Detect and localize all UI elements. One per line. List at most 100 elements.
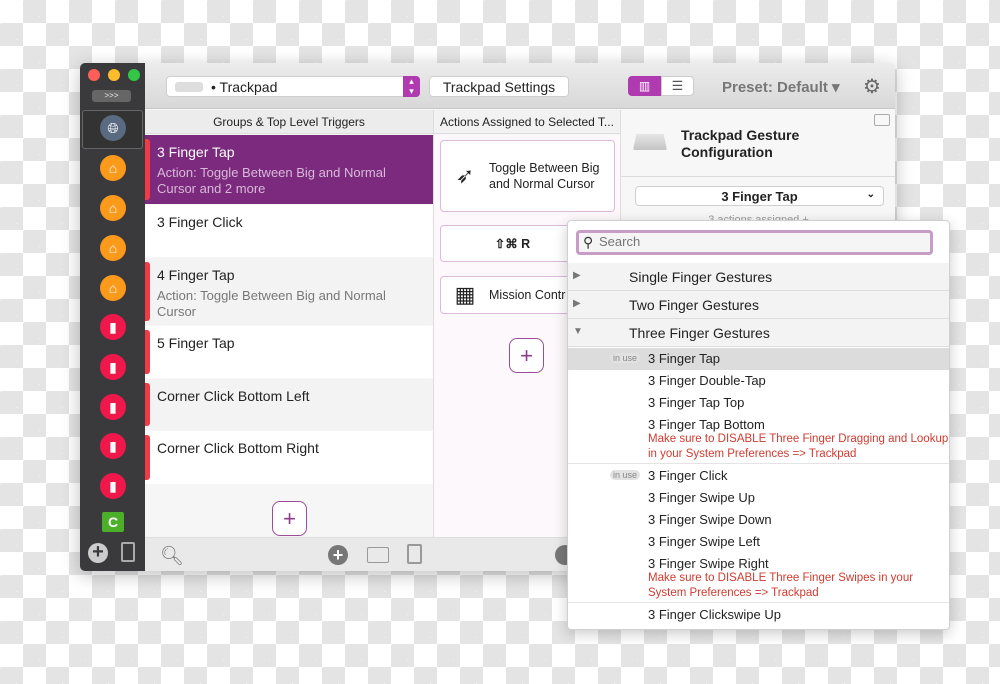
app-sidebar: >>> 🌐︎ ⌂ ⌂ ⌂ ⌂ ▮ ▮ ▮ ▮ ▮ C + [80,63,145,571]
gesture-option[interactable]: 3 Finger Swipe Up [568,487,949,509]
trackpad-icon [175,81,203,92]
action-label: Toggle Between Big and Normal Cursor [489,161,600,191]
trigger-row[interactable]: Corner Click Bottom Left [145,379,433,430]
triangle-right-icon: ▶ [573,298,581,309]
home-icon: ⌂ [108,200,118,216]
status-indicator [145,330,150,374]
gesture-label: 3 Finger Tap Top [648,395,745,410]
trigger-row[interactable]: 4 Finger Tap Action: Toggle Between Big a… [145,258,433,325]
sidebar-app-home-3[interactable]: ⌂ [100,235,126,261]
gesture-warning: Make sure to DISABLE Three Finger Swipes… [648,572,914,599]
gesture-option[interactable]: 3 Finger Swipe Left [568,531,949,553]
trigger-row[interactable]: 3 Finger Click [145,205,433,257]
trash-icon[interactable] [407,544,422,564]
actions-header: Actions Assigned to Selected T... [434,110,620,134]
sidebar-app-home-2[interactable]: ⌂ [100,195,126,221]
trigger-title: Corner Click Bottom Right [157,440,319,456]
new-folder-icon[interactable] [367,547,389,563]
groups-header: Groups & Top Level Triggers [145,110,433,134]
gesture-option[interactable]: in use 3 Finger Tap [568,348,949,370]
sidebar-app-bars-8[interactable]: ▮ [100,433,126,459]
trigger-title: 5 Finger Tap [157,335,235,351]
action-card[interactable]: ➶ Toggle Between Big and Normal Cursor [440,140,615,212]
search-icon: ⚲ [583,234,594,250]
column-view-button[interactable]: ▥ [628,76,661,96]
search-icon[interactable]: 🔍︎ [160,544,184,568]
gesture-option[interactable]: 3 Finger Double-Tap [568,370,949,392]
sidebar-app-globe-0[interactable]: 🌐︎ [100,115,126,141]
add-action-button[interactable]: + [509,338,544,373]
gesture-select[interactable]: 3 Finger Tap ⌄ [635,186,884,206]
add-trigger-button[interactable]: + [272,501,307,536]
trigger-row[interactable]: Corner Click Bottom Right [145,431,433,484]
bars-icon: ▮ [109,437,117,454]
minimize-button[interactable] [108,69,120,81]
status-indicator [145,262,150,321]
sidebar-app-camtasia-10[interactable]: C [102,512,124,532]
gesture-label: 3 Finger Click [648,468,728,483]
mission-control-icon: ▦ [454,282,476,307]
bars-icon: ▮ [109,398,117,415]
trigger-row[interactable]: 5 Finger Tap [145,326,433,378]
add-icon[interactable]: + [328,545,348,565]
camtasia-icon: C [107,514,119,530]
sidebar-app-bars-5[interactable]: ▮ [100,314,126,340]
trackpad-icon [633,134,667,150]
gesture-category[interactable]: ▶ Single Finger Gestures [568,263,949,291]
search-field[interactable]: ⚲ [576,230,933,255]
trigger-title: Corner Click Bottom Left [157,388,310,404]
bars-icon: ▮ [109,358,117,375]
gesture-popup: ⚲ ▶ Single Finger Gestures ▶ Two Finger Ges… [567,220,950,630]
trigger-title: 4 Finger Tap [157,267,235,283]
gesture-category[interactable]: ▶ Two Finger Gestures [568,291,949,319]
gesture-label: 3 Finger Double-Tap [648,373,766,388]
gesture-label: 3 Finger Swipe Up [648,490,755,505]
chevron-updown-icon: ▴ ▾ [403,76,420,97]
bars-icon: ▮ [109,477,117,494]
trigger-row[interactable]: 3 Finger Tap Action: Toggle Between Big a… [145,135,433,204]
list-view-button[interactable]: ☰ [661,76,694,96]
sidebar-app-home-4[interactable]: ⌂ [100,275,126,301]
bars-icon: ▮ [109,318,117,335]
home-icon: ⌂ [108,280,118,296]
preset-selector[interactable]: Preset: Default ▾ [722,78,840,96]
gear-icon[interactable]: ⚙ [863,74,881,99]
bottom-bar: 🔍︎ + [145,537,620,571]
toolbar: • Trackpad ▴ ▾ Trackpad Settings ▥ ☰ Pres… [145,63,895,109]
gesture-label: 3 Finger Swipe Down [648,512,772,527]
status-indicator [145,435,150,480]
sidebar-app-bars-7[interactable]: ▮ [100,394,126,420]
home-icon: ⌂ [108,160,118,176]
gesture-option[interactable]: 3 Finger Tap Top [568,392,949,414]
config-title: Trackpad Gesture Configuration [681,127,800,160]
device-select-value: • Trackpad [211,78,278,95]
expand-sidebar-button[interactable]: >>> [92,90,131,102]
sidebar-app-home-1[interactable]: ⌂ [100,155,126,181]
gesture-option[interactable]: 3 Finger Swipe Right Make sure to DISABLE… [568,553,949,603]
search-input[interactable] [599,234,919,249]
trackpad-settings-button[interactable]: Trackpad Settings [429,76,569,97]
gesture-option[interactable]: in use 3 Finger Click [568,465,949,487]
device-select[interactable]: • Trackpad ▴ ▾ [166,76,420,97]
gesture-label: 3 Finger Swipe Right [648,556,769,571]
gesture-category[interactable]: ▼ Three Finger Gestures [568,319,949,347]
trash-icon[interactable] [121,542,135,562]
category-label: Three Finger Gestures [629,325,770,341]
category-label: Two Finger Gestures [629,297,759,313]
gesture-label: 3 Finger Tap Bottom [648,417,765,432]
window-toggle-icon[interactable] [874,114,890,126]
triangle-down-icon: ▼ [573,326,583,337]
zoom-button[interactable] [128,69,140,81]
gesture-option[interactable]: 3 Finger Clickswipe Up [568,604,949,626]
sidebar-app-bars-6[interactable]: ▮ [100,354,126,380]
close-button[interactable] [88,69,100,81]
add-app-icon[interactable]: + [88,542,108,563]
gesture-option[interactable]: 3 Finger Swipe Down [568,509,949,531]
home-icon: ⌂ [108,240,118,256]
trigger-subtitle: Action: Toggle Between Big and Normal Cu… [157,288,386,319]
in-use-badge: in use [610,470,641,480]
sidebar-app-bars-9[interactable]: ▮ [100,473,126,499]
gesture-option[interactable]: 3 Finger Tap Bottom Make sure to DISABLE … [568,414,949,464]
chevron-down-icon: ⌄ [866,189,875,200]
gesture-label: 3 Finger Swipe Left [648,534,761,549]
